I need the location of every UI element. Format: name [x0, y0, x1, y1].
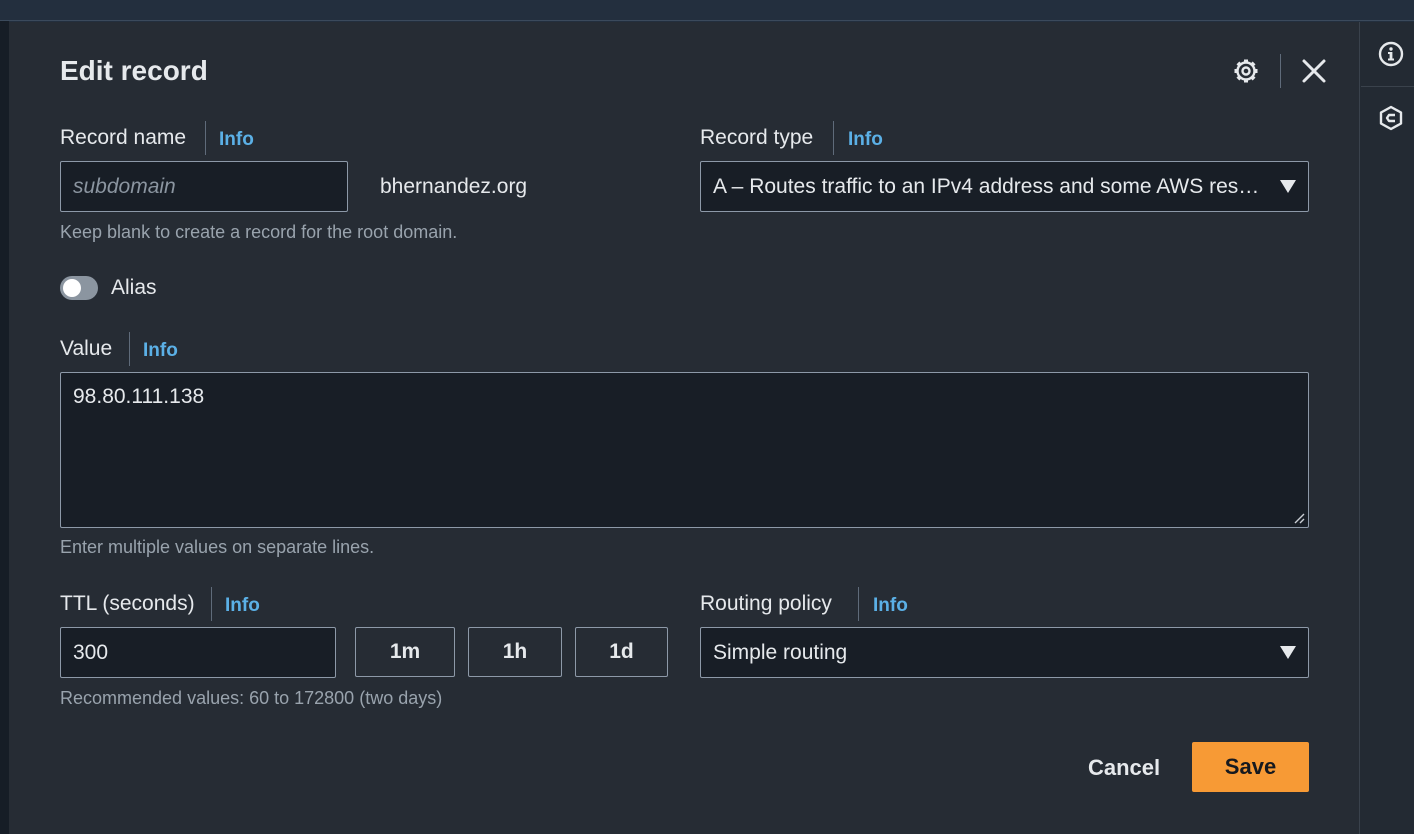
ttl-label: TTL (seconds) — [60, 592, 195, 615]
value-textarea[interactable]: 98.80.111.138 — [60, 372, 1309, 528]
record-name-input[interactable]: subdomain — [60, 161, 348, 212]
ttl-hint: Recommended values: 60 to 172800 (two da… — [60, 688, 443, 708]
right-rail — [1359, 22, 1414, 834]
caret-down-icon — [1280, 180, 1296, 193]
toggle-knob — [63, 279, 81, 297]
resize-handle-icon[interactable] — [1293, 512, 1305, 524]
label-divider — [858, 587, 859, 621]
ttl-preset-1d-button[interactable]: 1d — [575, 627, 668, 677]
value-label: Value — [60, 337, 113, 360]
routing-policy-label: Routing policy — [700, 592, 832, 615]
gear-icon[interactable] — [1231, 56, 1261, 86]
record-type-selected: A – Routes traffic to an IPv4 address an… — [713, 174, 1266, 198]
info-circle-icon[interactable] — [1377, 40, 1405, 68]
ttl-preset-1m-button[interactable]: 1m — [355, 627, 455, 677]
record-type-select[interactable]: A – Routes traffic to an IPv4 address an… — [700, 161, 1309, 212]
save-button[interactable]: Save — [1192, 742, 1309, 792]
label-divider — [205, 121, 206, 155]
dialog-title: Edit record — [60, 55, 208, 86]
label-divider — [833, 121, 834, 155]
value-hint: Enter multiple values on separate lines. — [60, 537, 375, 557]
alias-toggle[interactable] — [60, 276, 98, 300]
header-divider — [1280, 54, 1281, 88]
ttl-value: 300 — [73, 640, 109, 664]
label-divider — [129, 332, 130, 366]
close-icon[interactable] — [1299, 56, 1329, 86]
record-type-label: Record type — [700, 126, 814, 149]
record-name-label: Record name — [60, 126, 187, 149]
record-name-placeholder: subdomain — [73, 174, 176, 198]
record-type-info-link[interactable]: Info — [848, 129, 883, 151]
cancel-button[interactable]: Cancel — [1088, 755, 1160, 781]
top-bar — [0, 0, 1414, 21]
caret-down-icon — [1280, 646, 1296, 659]
ttl-preset-1h-button[interactable]: 1h — [468, 627, 562, 677]
rail-separator — [1361, 86, 1414, 87]
record-name-hint: Keep blank to create a record for the ro… — [60, 222, 458, 242]
ttl-input[interactable]: 300 — [60, 627, 336, 678]
left-edge — [0, 21, 9, 834]
routing-policy-selected: Simple routing — [713, 640, 848, 664]
value-info-link[interactable]: Info — [143, 340, 178, 362]
hexagon-badge-icon[interactable] — [1377, 104, 1405, 132]
domain-suffix: bhernandez.org — [380, 175, 528, 198]
ttl-info-link[interactable]: Info — [225, 595, 260, 617]
value-text: 98.80.111.138 — [73, 385, 205, 408]
routing-policy-select[interactable]: Simple routing — [700, 627, 1309, 678]
alias-label: Alias — [111, 276, 157, 299]
record-name-info-link[interactable]: Info — [219, 129, 254, 151]
routing-policy-info-link[interactable]: Info — [873, 595, 908, 617]
label-divider — [211, 587, 212, 621]
